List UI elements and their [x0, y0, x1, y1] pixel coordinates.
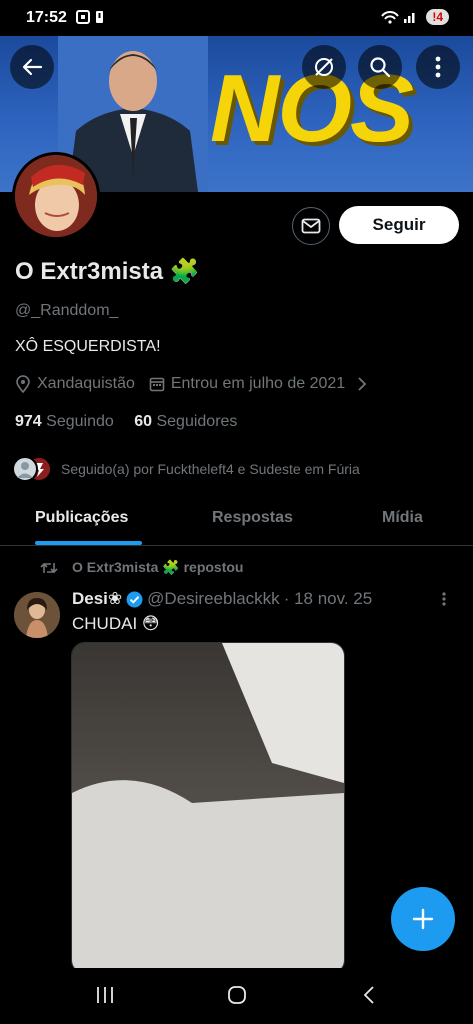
profile-joined: Entrou em julho de 2021: [170, 375, 346, 392]
repost-context: O Extr3mista 🧩 repostou: [40, 559, 243, 576]
battery-level: 4: [436, 10, 443, 24]
sync-off-button[interactable]: [302, 45, 346, 89]
post-author-handle[interactable]: @Desireeblackkk: [147, 589, 280, 609]
back-arrow-icon: [22, 58, 43, 76]
post-text: CHUDAI 😳: [72, 614, 160, 633]
battery-badge: !4: [426, 9, 449, 25]
profile-name: O Extr3mista: [15, 258, 164, 285]
more-options-button[interactable]: [416, 45, 460, 89]
calendar-icon: [149, 377, 165, 392]
verified-icon: [126, 591, 143, 607]
follow-button[interactable]: Seguir: [339, 206, 459, 244]
profile-meta: Xandaquistão Entrou em julho de 2021: [15, 375, 367, 393]
compose-plus-icon: [412, 908, 434, 930]
post-date: · 18 nov. 25: [283, 589, 373, 608]
compose-button[interactable]: [391, 887, 455, 951]
repost-icon: [40, 562, 58, 573]
search-icon: [370, 57, 391, 78]
followers-avatars: [12, 456, 52, 482]
post-media[interactable]: [71, 642, 345, 974]
no-sync-icon: [315, 58, 333, 76]
following-label: Seguindo: [46, 413, 114, 430]
status-right: !4: [380, 9, 449, 25]
mail-icon: [301, 218, 321, 234]
home-icon[interactable]: [227, 985, 247, 1005]
search-button[interactable]: [358, 45, 402, 89]
status-bar: 17:52 !4: [0, 0, 473, 36]
profile-location: Xandaquistão: [37, 375, 135, 392]
more-vertical-icon: [442, 592, 446, 606]
tab-media[interactable]: Mídia: [382, 509, 423, 527]
profile-name-row: O Extr3mista 🧩: [15, 257, 200, 286]
followers-count: 60: [134, 413, 153, 430]
more-vertical-icon: [435, 56, 441, 78]
back-nav-icon[interactable]: [362, 985, 376, 1005]
active-tab-indicator: [35, 541, 142, 545]
system-nav-bar: [0, 968, 473, 1024]
message-button[interactable]: [292, 207, 330, 245]
profile-tabs: Publicações Respostas Mídia: [0, 495, 473, 546]
post-author-name[interactable]: Desi❀: [72, 589, 122, 609]
repost-text: O Extr3mista 🧩 repostou: [72, 559, 244, 575]
followed-by-row[interactable]: Seguido(a) por Fucktheleft4 e Sudeste em…: [11, 455, 360, 483]
tab-posts[interactable]: Publicações: [35, 509, 128, 527]
profile-bio: XÔ ESQUERDISTA!: [15, 338, 161, 355]
post-more-button[interactable]: [442, 590, 446, 611]
follow-counts: 974 Seguindo 60 Seguidores: [15, 413, 237, 431]
avatar-image: [15, 155, 97, 237]
followers-link[interactable]: 60 Seguidores: [134, 413, 237, 430]
location-icon: [16, 375, 30, 393]
chevron-right-icon[interactable]: [357, 377, 367, 391]
profile-avatar[interactable]: [12, 152, 100, 240]
followers-label: Seguidores: [156, 413, 238, 430]
back-button[interactable]: [10, 45, 54, 89]
puzzle-emoji: 🧩: [169, 258, 200, 285]
followed-by-text: Seguido(a) por Fucktheleft4 e Sudeste em…: [61, 461, 360, 477]
status-time: 17:52: [26, 9, 67, 26]
status-notification-icons: [76, 10, 120, 27]
following-link[interactable]: 974 Seguindo: [15, 413, 114, 430]
profile-handle: @_Randdom_: [15, 302, 119, 319]
recents-icon[interactable]: [95, 986, 115, 1004]
post-media-image: [72, 643, 344, 973]
post-author-avatar[interactable]: [14, 592, 60, 638]
signal-icon: [381, 11, 415, 24]
post-header: Desi❀ @Desireeblackkk · 18 nov. 25: [72, 589, 372, 609]
tab-replies[interactable]: Respostas: [212, 509, 293, 527]
post-avatar-image: [14, 592, 60, 638]
following-count: 974: [15, 413, 42, 430]
